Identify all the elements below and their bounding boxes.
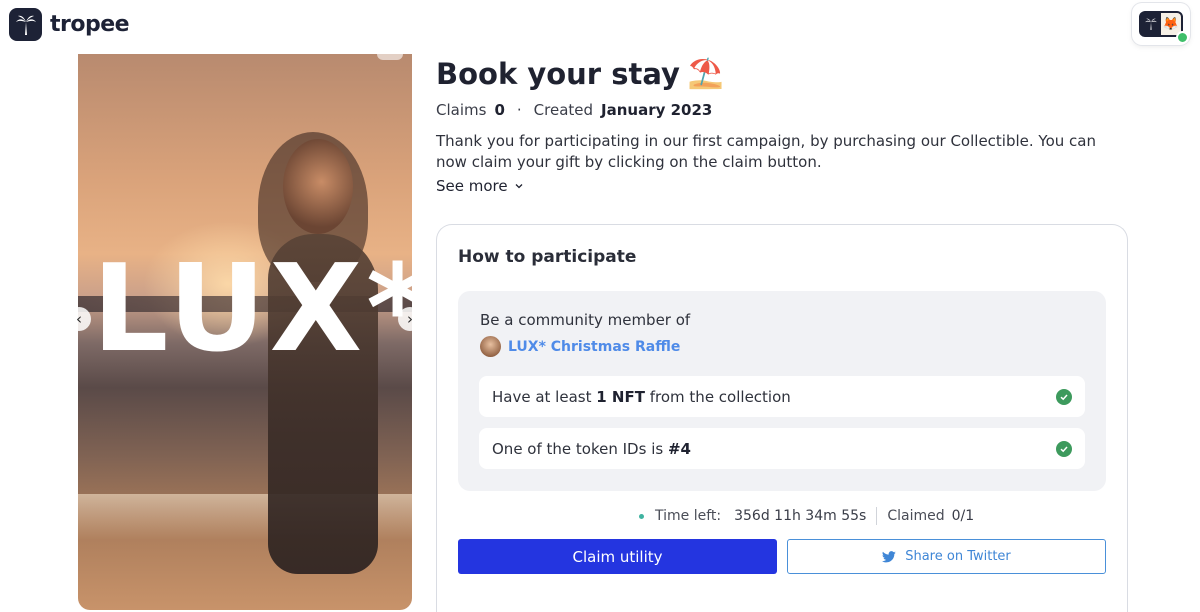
hero-overlay-text: LUX*	[92, 240, 412, 379]
requirement-prefix: One of the token IDs is	[492, 439, 664, 458]
requirement-value: #4	[667, 439, 691, 458]
collectible-image: LUX*	[78, 54, 412, 610]
carousel-prev-button[interactable]: ‹	[67, 307, 91, 331]
chevron-right-icon: ›	[407, 310, 413, 328]
chevron-down-icon	[515, 184, 523, 189]
participation-card: How to participate Be a community member…	[436, 224, 1128, 612]
claimed-label: Claimed	[887, 508, 945, 524]
wallet-button[interactable]: 🦊	[1132, 3, 1190, 45]
meta-separator: ·	[516, 101, 522, 119]
check-icon	[1056, 440, 1072, 457]
see-more-link[interactable]: See more	[436, 177, 524, 195]
palm-tree-icon	[9, 8, 42, 41]
claimed-value: 0/1	[951, 508, 975, 524]
claim-utility-button[interactable]: Claim utility	[458, 539, 777, 574]
page-title-text: Book your stay	[436, 56, 680, 91]
requirement-text: One of the token IDs is #4	[492, 440, 691, 458]
stats-divider	[876, 507, 878, 525]
image-control[interactable]	[377, 44, 403, 60]
share-twitter-label: Share on Twitter	[905, 549, 1011, 564]
brand-name: tropee	[50, 12, 130, 37]
campaign-stats: Time left: 356d 11h 34m 55s Claimed 0/1	[639, 507, 974, 525]
claims-label: Claims	[436, 101, 487, 119]
requirements-box: Be a community member of LUX* Christmas …	[458, 291, 1106, 491]
requirement-value: 1 NFT	[596, 387, 645, 406]
figure-head	[283, 139, 353, 234]
brand-logo[interactable]: tropee	[9, 8, 130, 41]
community-link[interactable]: LUX* Christmas Raffle	[480, 336, 680, 357]
time-left-value: 356d 11h 34m 55s	[734, 508, 867, 524]
see-more-label: See more	[436, 177, 508, 195]
check-icon	[1056, 388, 1072, 405]
community-name: LUX* Christmas Raffle	[508, 338, 681, 355]
card-title: How to participate	[458, 247, 637, 267]
beach-umbrella-icon: ⛱️	[687, 56, 725, 90]
community-label: Be a community member of	[480, 311, 691, 329]
time-left-label: Time left:	[655, 508, 722, 524]
requirement-token-id: One of the token IDs is #4	[479, 428, 1085, 469]
requirement-text: Have at least 1 NFT from the collection	[492, 388, 791, 406]
share-twitter-button[interactable]: Share on Twitter	[787, 539, 1106, 574]
carousel-next-button[interactable]: ›	[398, 307, 422, 331]
chevron-left-icon: ‹	[76, 310, 82, 328]
requirement-nft-count: Have at least 1 NFT from the collection	[479, 376, 1085, 417]
requirement-suffix: from the collection	[649, 387, 791, 406]
claims-count: 0	[494, 101, 505, 119]
twitter-icon	[882, 550, 896, 562]
community-avatar	[480, 336, 501, 357]
palm-tree-icon	[1141, 13, 1161, 35]
created-date: January 2023	[601, 101, 713, 119]
requirement-prefix: Have at least	[492, 387, 592, 406]
created-label: Created	[533, 101, 594, 119]
status-dot-icon	[639, 513, 644, 519]
connected-check-icon	[1176, 31, 1189, 44]
page-title: Book your stay ⛱️	[436, 56, 724, 91]
campaign-meta: Claims 0 · Created January 2023	[436, 101, 712, 119]
campaign-description: Thank you for participating in our first…	[436, 132, 1096, 171]
